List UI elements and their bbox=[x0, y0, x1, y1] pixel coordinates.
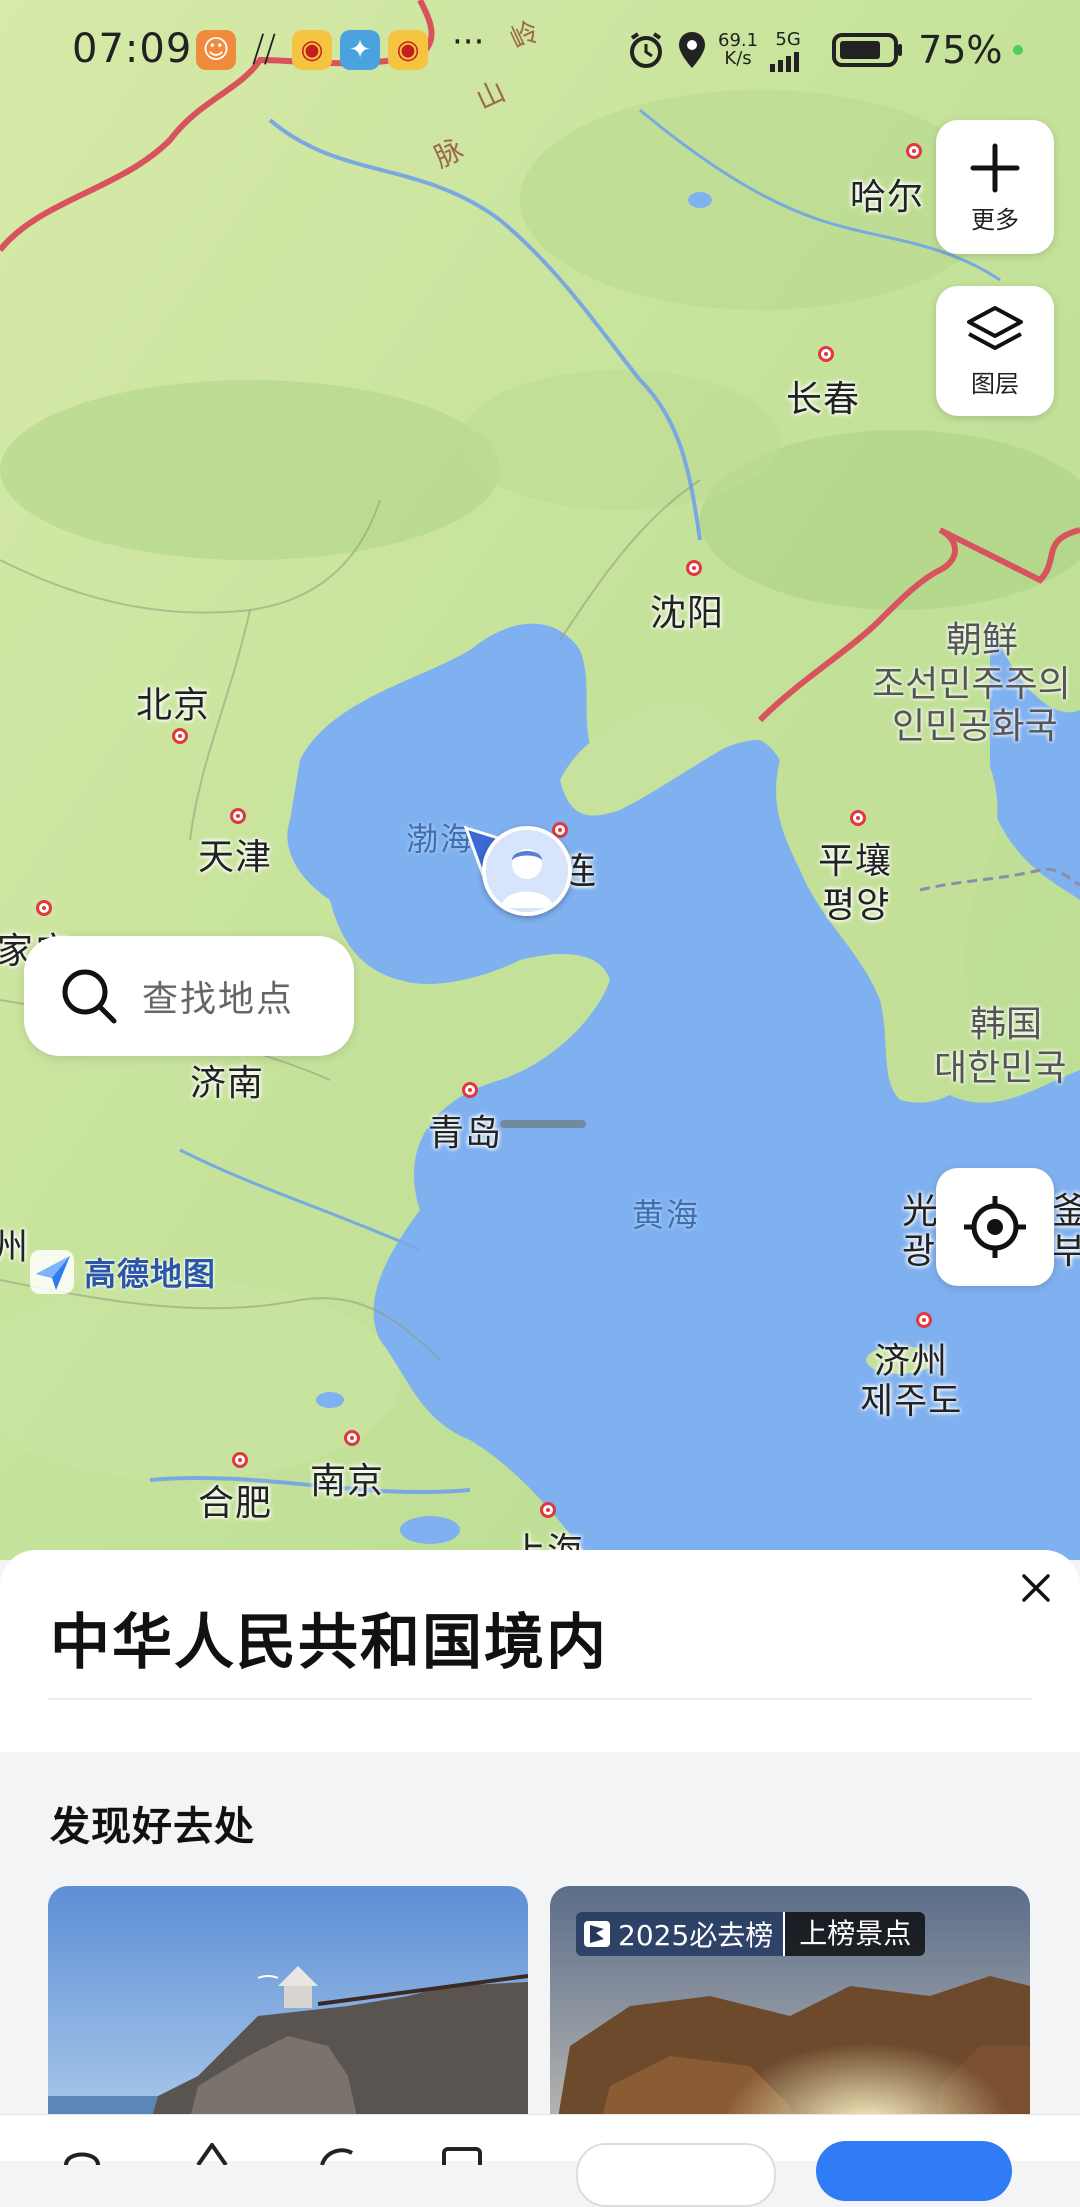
city-label[interactable]: 평양 bbox=[822, 876, 890, 928]
battery-percent: 75% bbox=[918, 28, 1003, 72]
amap-logo-icon bbox=[30, 1250, 74, 1294]
edge-label: 부 bbox=[1052, 1231, 1080, 1272]
plus-icon bbox=[970, 143, 1020, 193]
map-scale-handle bbox=[500, 1120, 586, 1128]
navigate-icon[interactable] bbox=[190, 2143, 234, 2165]
search-box[interactable]: 查找地点 bbox=[24, 936, 354, 1056]
country-name: 대한민국 bbox=[934, 1048, 1067, 1089]
weibo-icon: ◉ bbox=[292, 30, 332, 70]
region-title: 中华人民共和国境内 bbox=[50, 1608, 608, 1678]
status-bar: 07:09 ☺ ⧸⧸ ◉ ✦ ◉ ··· 69.1 K/s 5G 75% bbox=[0, 0, 1080, 104]
city-dot bbox=[36, 900, 52, 916]
ranking-flag-icon bbox=[584, 1921, 610, 1947]
city-label[interactable]: 제주도 bbox=[860, 1372, 962, 1424]
city-label[interactable]: 沈阳 bbox=[650, 584, 724, 636]
signal-icon bbox=[770, 51, 800, 72]
nearby-icon[interactable] bbox=[440, 2145, 484, 2165]
bottom-nav[interactable] bbox=[0, 2114, 1080, 2207]
ranking-badge-main: 2025必去榜 bbox=[576, 1912, 784, 1956]
ranking-badge-tag: 上榜景点 bbox=[783, 1912, 926, 1956]
city-label[interactable]: 天津 bbox=[198, 828, 272, 880]
city-label[interactable]: 南京 bbox=[310, 1452, 384, 1504]
city-dot bbox=[462, 1082, 478, 1098]
country-name: 韩国 bbox=[970, 1004, 1043, 1045]
more-notifications-icon: ··· bbox=[452, 22, 485, 62]
notification-icons: ☺ ⧸⧸ ◉ ✦ ◉ bbox=[196, 30, 428, 70]
city-label[interactable]: 长春 bbox=[786, 370, 860, 422]
network-type: 5G bbox=[775, 28, 801, 50]
ranking-badge: 2025必去榜 上榜景点 bbox=[576, 1912, 926, 1956]
alarm-icon bbox=[630, 32, 662, 68]
more-button-label: 更多 bbox=[971, 206, 1019, 234]
city-label[interactable]: 광 bbox=[902, 1222, 936, 1274]
close-icon[interactable] bbox=[1016, 1568, 1056, 1608]
ranking-badge-text: 2025必去榜 bbox=[618, 1919, 774, 1952]
weibo-icon: ◉ bbox=[388, 30, 428, 70]
layers-icon bbox=[967, 306, 1023, 350]
route-icon[interactable] bbox=[312, 2143, 362, 2165]
amap-logo-text: 高德地图 bbox=[84, 1255, 217, 1293]
status-time: 07:09 bbox=[72, 26, 193, 72]
more-button[interactable]: 更多 bbox=[936, 120, 1054, 254]
user-location-avatar[interactable] bbox=[482, 826, 572, 916]
country-label-dprk-korean: 조선민주주의 인민공화국 bbox=[872, 664, 1071, 748]
status-icons: 69.1 K/s 5G 75% bbox=[626, 28, 1023, 72]
region-sheet[interactable]: 中华人民共和国境内 发现好去处 2025必去榜 上榜景点 bbox=[0, 1550, 1080, 2160]
city-label[interactable]: 北京 bbox=[136, 676, 210, 728]
search-icon bbox=[62, 969, 117, 1024]
search-icon[interactable] bbox=[60, 2145, 104, 2165]
nav-primary-button[interactable] bbox=[816, 2141, 1012, 2201]
avatar-icon bbox=[486, 830, 568, 912]
city-label[interactable]: 合肥 bbox=[198, 1474, 272, 1526]
country-name: 조선민주주의 bbox=[872, 664, 1071, 705]
country-name: 朝鲜 bbox=[946, 620, 1019, 661]
app-notification-icon: ✦ bbox=[340, 30, 380, 70]
battery-icon bbox=[832, 33, 903, 67]
signal-group: 5G bbox=[768, 29, 808, 72]
nav-secondary-button[interactable] bbox=[576, 2143, 776, 2207]
network-speed: 69.1 K/s bbox=[718, 32, 758, 68]
discover-section-title: 发现好去处 bbox=[50, 1804, 255, 1850]
city-label[interactable]: 青岛 bbox=[428, 1104, 502, 1156]
country-name: 인민공화국 bbox=[892, 706, 1058, 747]
city-dot bbox=[344, 1430, 360, 1446]
app-notification-icon: ⧸⧸ bbox=[252, 30, 276, 70]
sea-label: 黄海 bbox=[632, 1196, 701, 1234]
city-dot bbox=[916, 1312, 932, 1328]
country-label-dprk: 朝鲜 bbox=[946, 620, 1018, 662]
app-notification-icon: ☺ bbox=[196, 30, 236, 70]
layers-button-label: 图层 bbox=[971, 370, 1019, 398]
city-dot bbox=[818, 346, 834, 362]
search-placeholder: 查找地点 bbox=[142, 979, 295, 1020]
city-dot bbox=[540, 1502, 556, 1518]
city-dot bbox=[686, 560, 702, 576]
amap-logo: 高德地图 bbox=[28, 1248, 216, 1296]
charging-dot bbox=[1012, 45, 1023, 55]
city-dot bbox=[172, 728, 188, 744]
speed-unit: K/s bbox=[724, 48, 752, 69]
locate-me-button[interactable] bbox=[936, 1168, 1054, 1286]
city-dot bbox=[232, 1452, 248, 1468]
location-icon bbox=[679, 32, 705, 68]
divider bbox=[48, 1698, 1032, 1700]
country-label-rok-korean: 대한민국 bbox=[934, 1048, 1066, 1090]
map-view[interactable]: 哈尔 长春 沈阳 北京 天津 石家庄 连 平壤 평양 济南 青岛 光 광 济州 … bbox=[0, 0, 1080, 1560]
city-dot bbox=[230, 808, 246, 824]
sheet-header: 中华人民共和国境内 bbox=[0, 1550, 1080, 1752]
layers-button[interactable]: 图层 bbox=[936, 286, 1054, 416]
edge-label: 州 bbox=[0, 1227, 30, 1268]
city-label[interactable]: 哈尔 bbox=[850, 168, 924, 220]
city-dot bbox=[906, 143, 922, 159]
city-label[interactable]: 济南 bbox=[190, 1054, 264, 1106]
crosshair-icon bbox=[964, 1196, 1026, 1258]
city-dot bbox=[850, 810, 866, 826]
country-label-rok: 韩国 bbox=[970, 1004, 1042, 1046]
